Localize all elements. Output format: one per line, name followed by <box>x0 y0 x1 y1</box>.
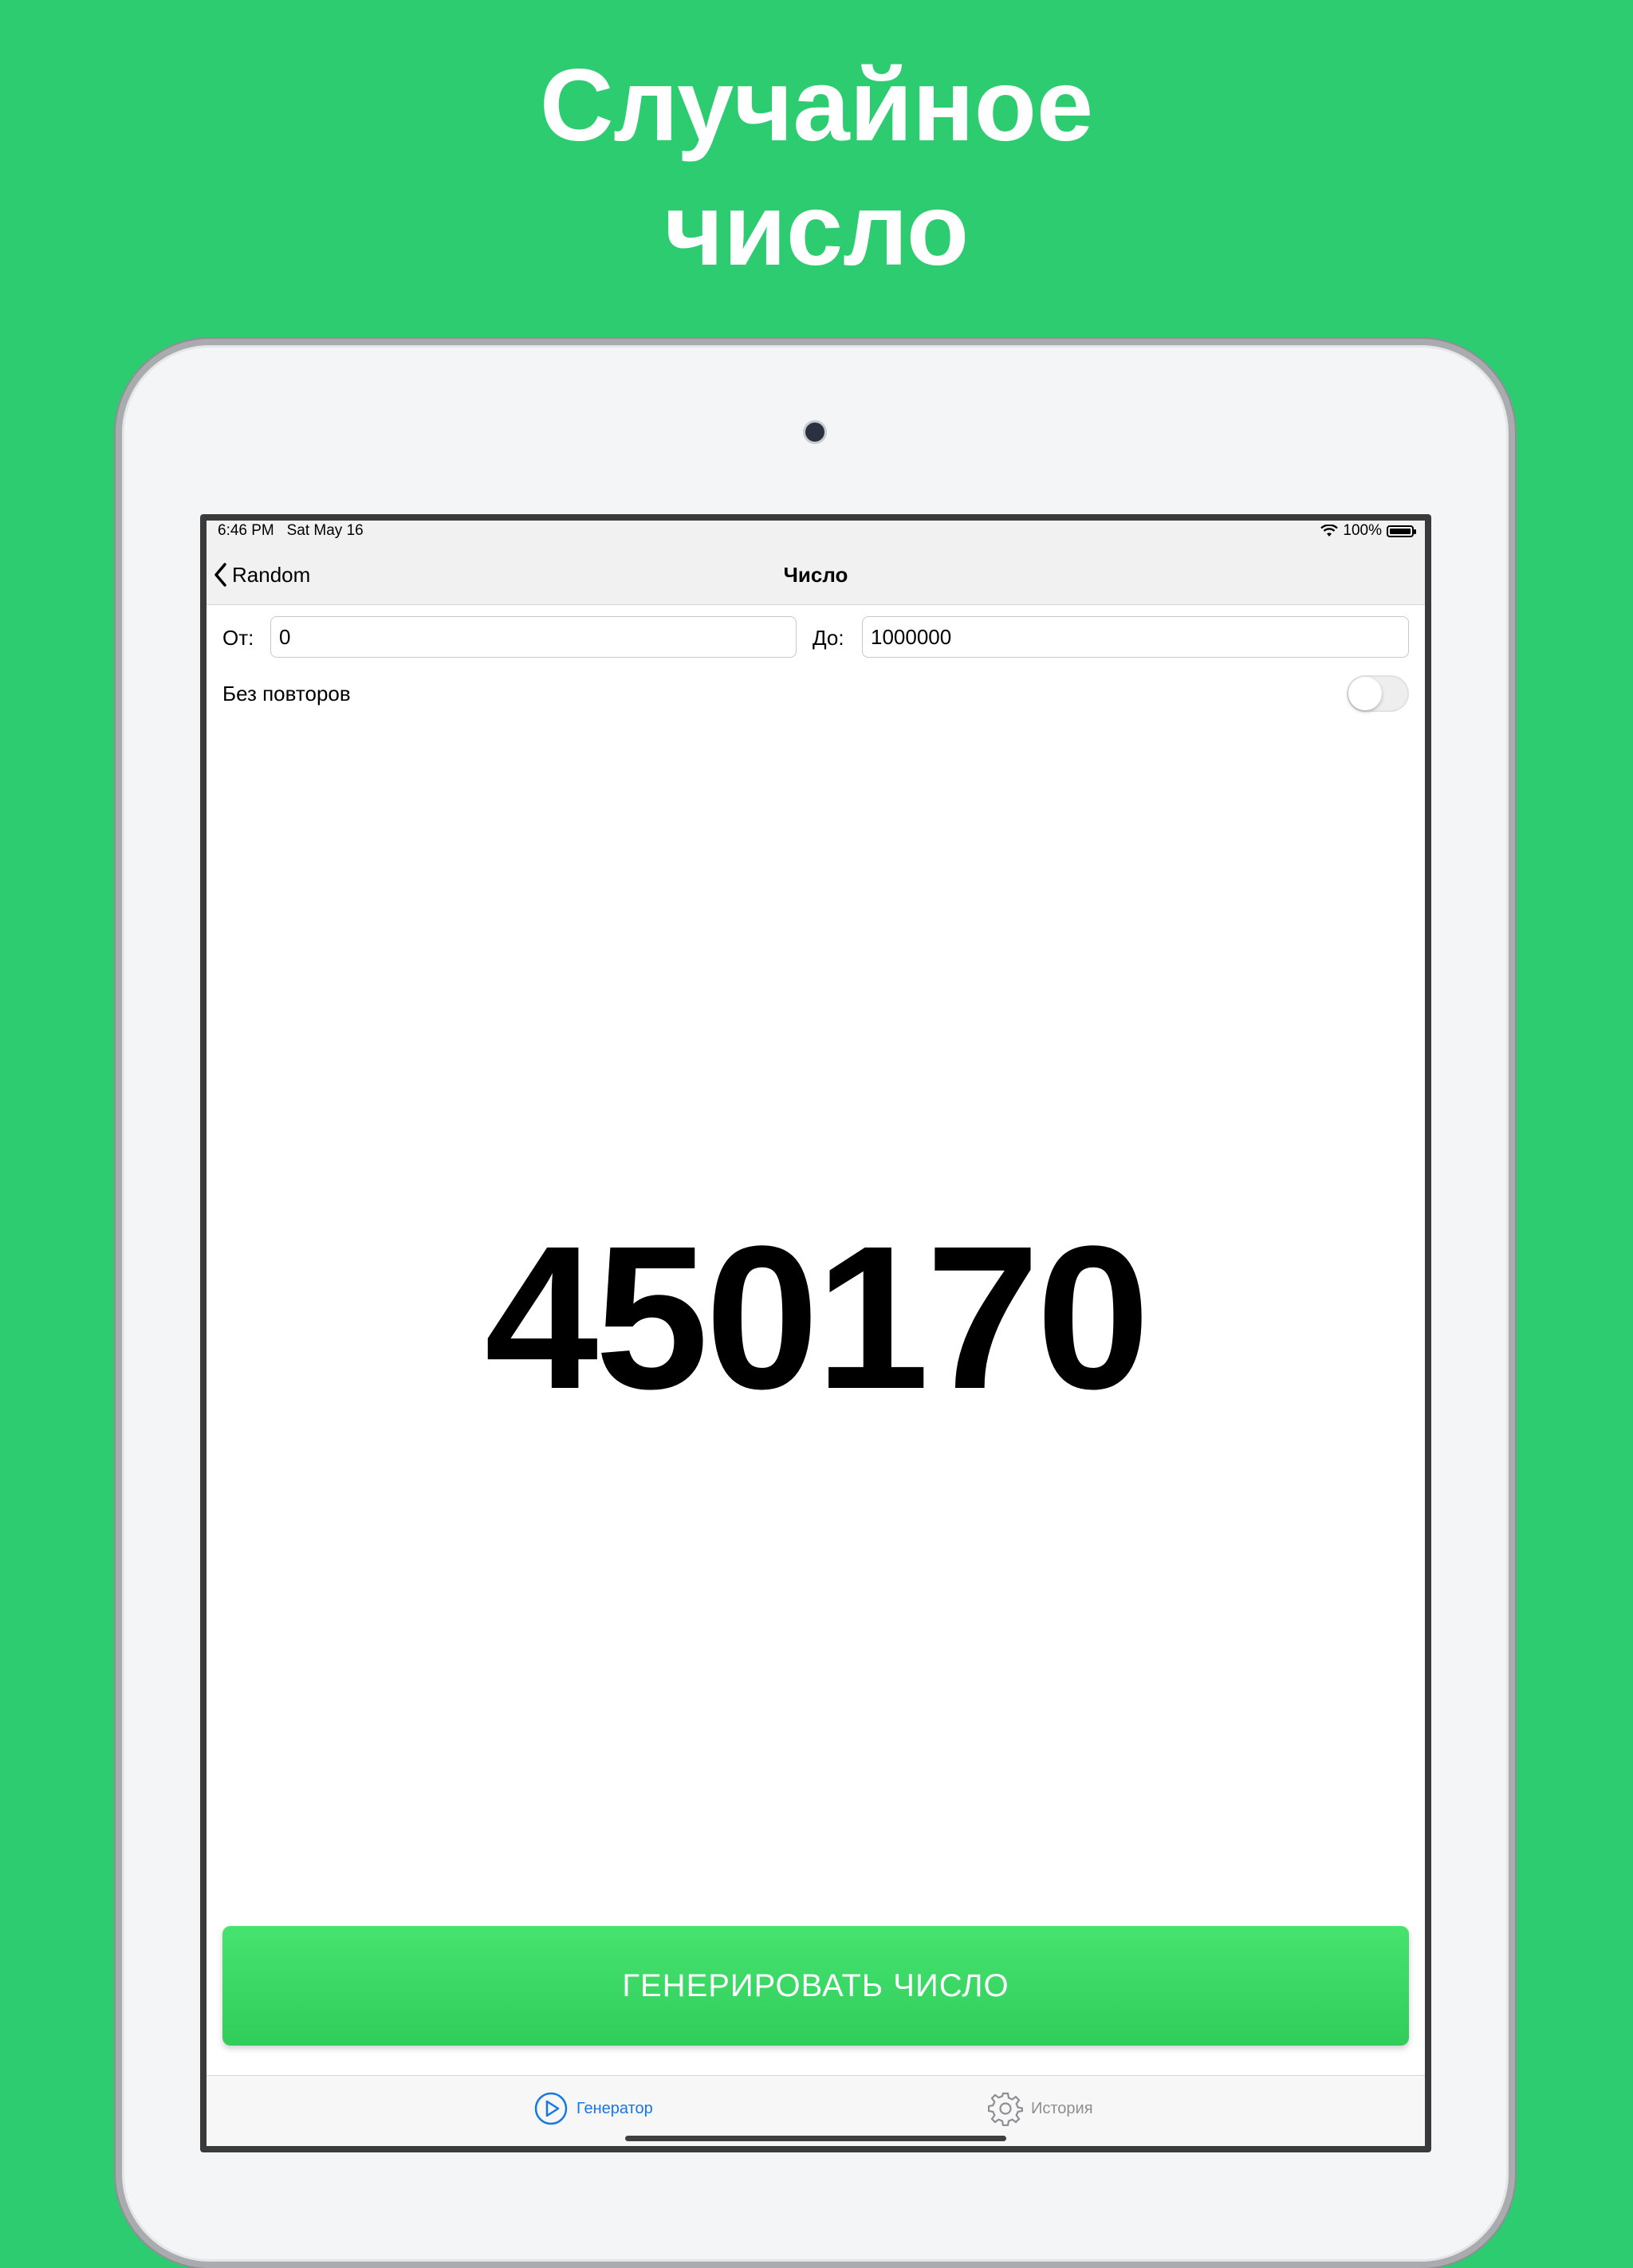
to-label: До: <box>813 626 844 650</box>
wifi-icon <box>1320 525 1339 537</box>
no-repeat-label: Без повторов <box>222 682 351 706</box>
promo-headline-line1: Случайное <box>539 49 1094 163</box>
home-indicator <box>625 2136 1006 2141</box>
app-screen: 6:46 PM Sat May 16 100% Число Random От:… <box>207 521 1425 2146</box>
nav-title: Число <box>783 563 848 587</box>
gear-icon <box>988 2092 1023 2126</box>
generated-number: 450170 <box>484 1204 1150 1432</box>
battery-icon <box>1387 525 1416 537</box>
toggle-knob <box>1348 677 1382 710</box>
to-input[interactable] <box>862 616 1409 658</box>
status-bar-right: 100% <box>1320 522 1416 540</box>
promo-headline: Случайное число <box>0 44 1633 293</box>
from-input[interactable] <box>270 616 797 658</box>
battery-percent: 100% <box>1343 522 1382 539</box>
promo-headline-line2: число <box>664 173 969 287</box>
no-repeat-row: Без повторов <box>207 672 1425 715</box>
top-bar: 6:46 PM Sat May 16 100% Число Random <box>207 521 1425 605</box>
play-circle-icon <box>534 2092 568 2125</box>
back-button[interactable]: Random <box>213 559 310 591</box>
status-time: 6:46 PM <box>218 522 274 539</box>
tab-history[interactable]: История <box>988 2089 1093 2128</box>
status-bar-datetime: 6:46 PM Sat May 16 <box>218 522 364 540</box>
back-button-label: Random <box>232 562 311 587</box>
tab-history-label: История <box>1031 2099 1093 2117</box>
tab-generator-label: Генератор <box>576 2099 653 2117</box>
front-camera <box>805 423 824 442</box>
tab-generator[interactable]: Генератор <box>533 2089 653 2128</box>
status-date: Sat May 16 <box>286 522 364 539</box>
tab-bar: Генератор История <box>207 2075 1425 2146</box>
range-row: От: До: <box>207 616 1425 659</box>
from-label: От: <box>222 626 254 650</box>
generate-number-button[interactable]: ГЕНЕРИРОВАТЬ ЧИСЛО <box>222 1926 1409 2046</box>
no-repeat-toggle[interactable] <box>1347 675 1409 712</box>
chevron-left-icon <box>214 563 226 587</box>
